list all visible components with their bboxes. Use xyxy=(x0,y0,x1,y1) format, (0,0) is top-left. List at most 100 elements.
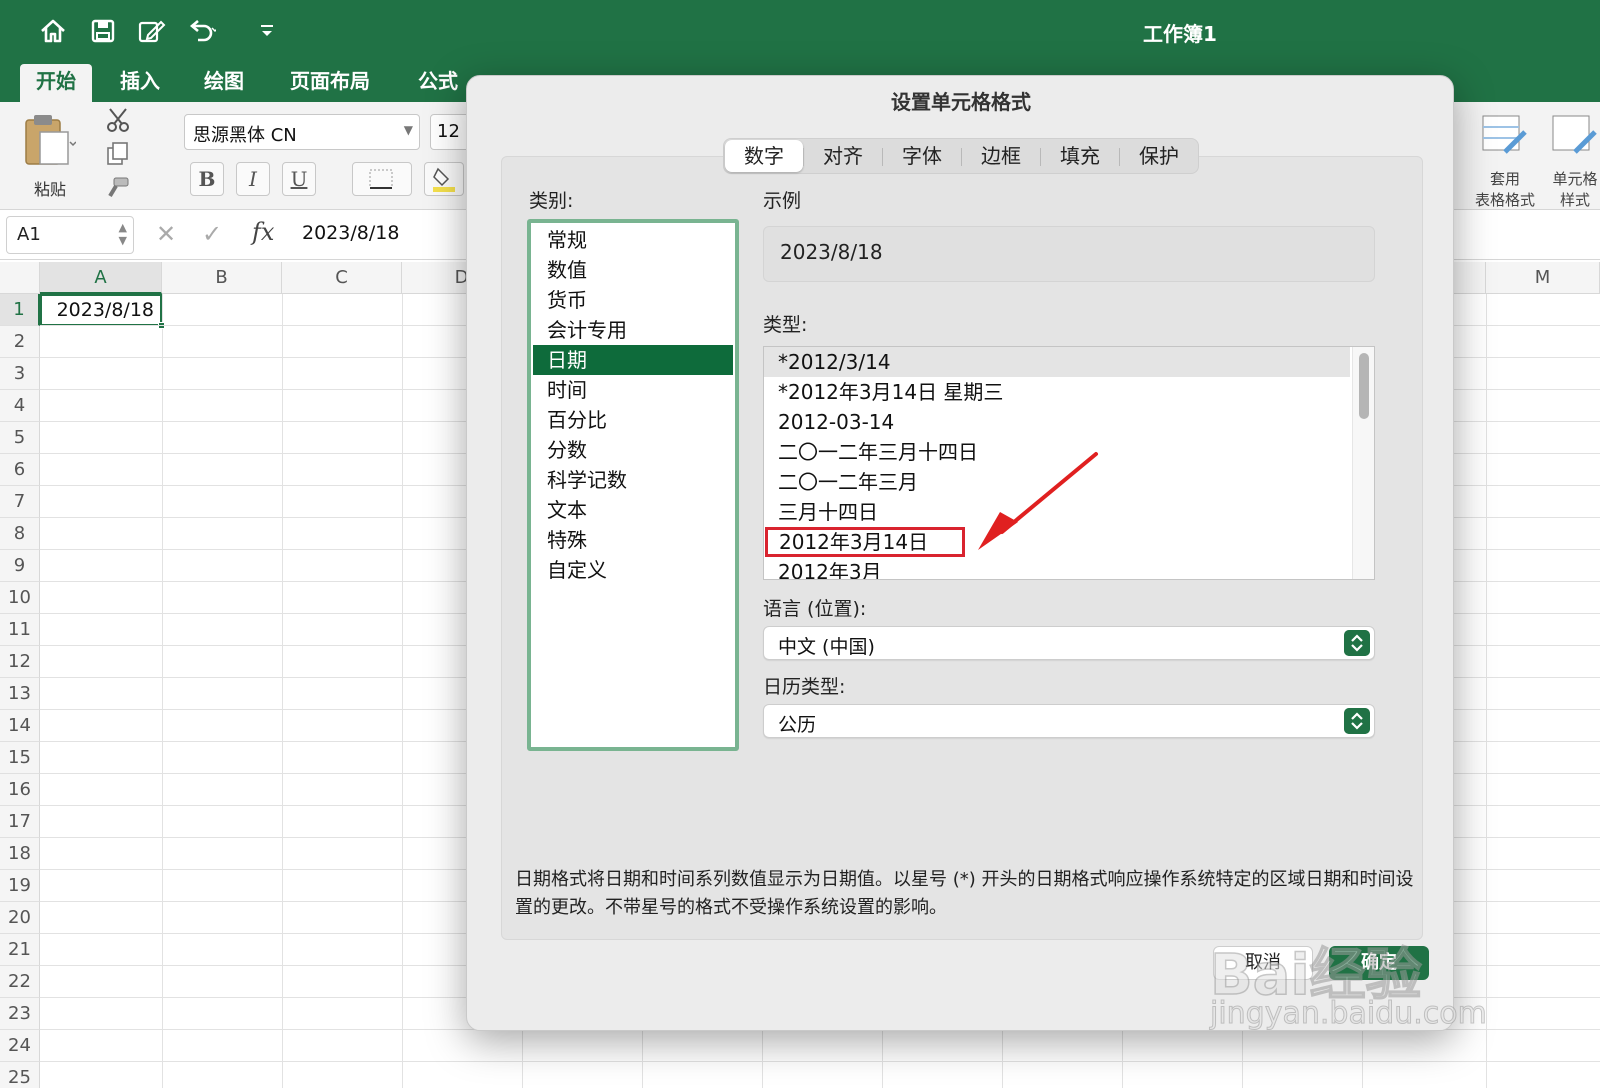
row-header[interactable]: 18 xyxy=(0,838,40,870)
dialog-title: 设置单元格格式 xyxy=(891,90,1031,114)
fill-color-button[interactable] xyxy=(424,162,464,196)
tab-formulas[interactable]: 公式 xyxy=(402,64,474,102)
locale-select[interactable]: 中文 (中国) xyxy=(763,626,1375,660)
row-header[interactable]: 24 xyxy=(0,1030,40,1062)
tab-alignment[interactable]: 对齐 xyxy=(804,140,882,172)
row-header[interactable]: 14 xyxy=(0,710,40,742)
table-format-label-line1: 套用 xyxy=(1489,170,1520,188)
fx-button[interactable]: fx xyxy=(252,218,274,246)
row-header[interactable]: 10 xyxy=(0,582,40,614)
scrollbar-thumb[interactable] xyxy=(1359,353,1369,419)
copy-icon[interactable] xyxy=(104,140,132,168)
row-header[interactable]: 8 xyxy=(0,518,40,550)
type-item-selected[interactable]: *2012/3/14 xyxy=(764,347,1350,377)
type-item[interactable]: 2012-03-14 xyxy=(764,407,1350,437)
category-item[interactable]: 会计专用 xyxy=(533,315,733,345)
cancel-entry-icon[interactable]: ✕ xyxy=(156,220,176,248)
font-name-select[interactable]: 思源黑体 CN ▼ xyxy=(184,114,420,150)
watermark: Bai经验 jingyan.baidu.com xyxy=(1209,930,1510,1040)
row-header[interactable]: 21 xyxy=(0,934,40,966)
row-header[interactable]: 20 xyxy=(0,902,40,934)
italic-button[interactable]: I xyxy=(236,162,270,196)
row-header[interactable]: 2 xyxy=(0,326,40,358)
row-header[interactable]: 13 xyxy=(0,678,40,710)
formula-input[interactable]: 2023/8/18 xyxy=(302,222,399,244)
grid-line xyxy=(162,294,163,1088)
row-header[interactable]: 7 xyxy=(0,486,40,518)
font-size-value: 12 xyxy=(437,121,460,142)
category-item[interactable]: 时间 xyxy=(533,375,733,405)
category-item[interactable]: 货币 xyxy=(533,285,733,315)
row-header[interactable]: 23 xyxy=(0,998,40,1030)
category-item[interactable]: 自定义 xyxy=(533,555,733,585)
border-icon xyxy=(369,169,393,189)
tab-insert[interactable]: 插入 xyxy=(104,64,176,102)
border-button[interactable] xyxy=(352,162,412,196)
save-icon[interactable] xyxy=(88,16,118,46)
column-header-c[interactable]: C xyxy=(282,262,402,294)
category-item[interactable]: 文本 xyxy=(533,495,733,525)
column-header-b[interactable]: B xyxy=(162,262,282,294)
sample-preview: 2023/8/18 xyxy=(763,226,1375,282)
tab-fill[interactable]: 填充 xyxy=(1041,140,1119,172)
row-header[interactable]: 4 xyxy=(0,390,40,422)
underline-button[interactable]: U xyxy=(282,162,316,196)
column-header-m[interactable]: M xyxy=(1486,262,1600,294)
category-item[interactable]: 常规 xyxy=(533,225,733,255)
type-item[interactable]: 2012年3月 xyxy=(764,557,1350,579)
table-format-label-line2: 表格格式 xyxy=(1474,191,1535,209)
dialog-tabs: 数字 对齐 字体 边框 填充 保护 xyxy=(723,138,1199,174)
customize-icon[interactable] xyxy=(252,16,273,46)
font-size-select[interactable]: 12 xyxy=(430,114,470,150)
row-header[interactable]: 9 xyxy=(0,550,40,582)
category-item[interactable]: 数值 xyxy=(533,255,733,285)
category-item[interactable]: 科学记数 xyxy=(533,465,733,495)
tab-draw[interactable]: 绘图 xyxy=(188,64,260,102)
calendar-select[interactable]: 公历 xyxy=(763,704,1375,738)
cell-a1[interactable]: 2023/8/18 xyxy=(40,294,165,329)
cut-icon[interactable] xyxy=(104,106,132,134)
stepper-icon xyxy=(1344,708,1370,734)
category-item[interactable]: 分数 xyxy=(533,435,733,465)
type-item[interactable]: *2012年3月14日 星期三 xyxy=(764,377,1350,407)
row-header[interactable]: 5 xyxy=(0,422,40,454)
undo-icon[interactable] xyxy=(186,16,219,46)
row-header[interactable]: 12 xyxy=(0,646,40,678)
tab-number[interactable]: 数字 xyxy=(725,140,803,172)
table-format-button[interactable]: 套用 表格格式 xyxy=(1462,112,1548,210)
row-header[interactable]: 22 xyxy=(0,966,40,998)
row-header[interactable]: 17 xyxy=(0,806,40,838)
row-header[interactable]: 19 xyxy=(0,870,40,902)
cell-style-button[interactable]: 单元格 样式 xyxy=(1540,112,1600,210)
chevron-down-icon: ▼ xyxy=(403,123,413,137)
confirm-entry-icon[interactable]: ✓ xyxy=(202,220,222,248)
locale-value: 中文 (中国) xyxy=(778,636,875,658)
name-box[interactable]: A1 ▲ ▼ xyxy=(6,216,134,254)
tab-border[interactable]: 边框 xyxy=(962,140,1040,172)
paste-button[interactable]: 粘贴 xyxy=(18,110,82,200)
category-item[interactable]: 百分比 xyxy=(533,405,733,435)
home-icon[interactable] xyxy=(38,16,68,46)
row-header[interactable]: 11 xyxy=(0,614,40,646)
bold-button[interactable]: B xyxy=(190,162,224,196)
category-item[interactable]: 特殊 xyxy=(533,525,733,555)
tab-home[interactable]: 开始 xyxy=(20,64,92,102)
format-painter-icon[interactable] xyxy=(104,174,132,202)
select-all-corner[interactable] xyxy=(0,262,40,294)
row-header[interactable]: 16 xyxy=(0,774,40,806)
tab-font[interactable]: 字体 xyxy=(883,140,961,172)
type-list-scrollbar[interactable] xyxy=(1352,347,1374,579)
category-item-selected[interactable]: 日期 xyxy=(533,345,733,375)
row-header[interactable]: 15 xyxy=(0,742,40,774)
category-list[interactable]: 常规 数值 货币 会计专用 日期 时间 百分比 分数 科学记数 文本 特殊 自定… xyxy=(527,219,739,751)
tab-page-layout[interactable]: 页面布局 xyxy=(274,64,386,102)
type-item-highlighted[interactable]: 2012年3月14日 xyxy=(765,527,965,557)
category-label: 类别: xyxy=(529,190,574,212)
row-header[interactable]: 1 xyxy=(0,294,40,326)
edit-icon[interactable] xyxy=(136,16,166,46)
row-header[interactable]: 6 xyxy=(0,454,40,486)
row-header[interactable]: 3 xyxy=(0,358,40,390)
row-header[interactable]: 25 xyxy=(0,1062,40,1088)
tab-protection[interactable]: 保护 xyxy=(1120,140,1198,172)
column-header-a[interactable]: A xyxy=(40,262,162,294)
